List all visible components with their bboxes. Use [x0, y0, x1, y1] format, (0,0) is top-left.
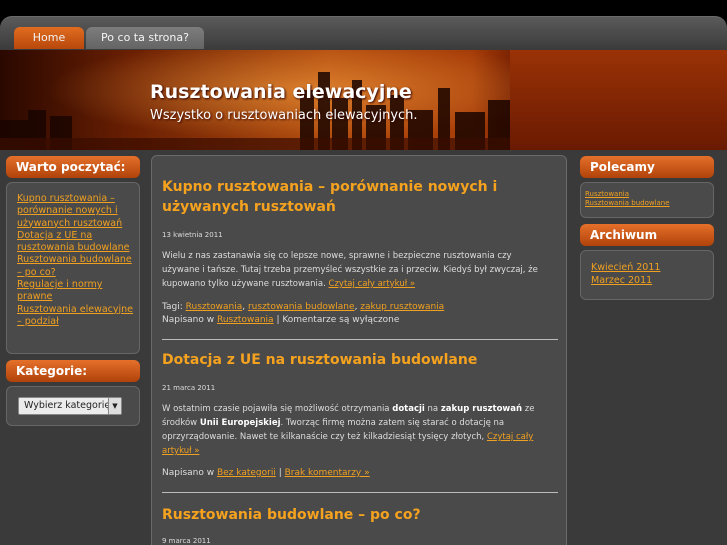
- tag-link[interactable]: zakup rusztowania: [360, 302, 444, 312]
- site-title[interactable]: Rusztowania elewacyjne: [150, 81, 412, 103]
- archive-link-marzec-2011[interactable]: Marzec 2011: [591, 275, 652, 286]
- post-meta: Tagi: Rusztowania, rusztowania budowlane…: [162, 302, 445, 325]
- post-excerpt: W ostatnim czasie pojawiła się możliwość…: [162, 404, 535, 456]
- widget-title-kategorie: Kategorie:: [6, 360, 140, 382]
- post-date: 13 kwietnia 2011: [162, 231, 223, 239]
- post-title-kupno[interactable]: Kupno rusztowania – porównanie nowych i …: [162, 177, 554, 217]
- widget-archiwum: Kwiecień 2011 Marzec 2011: [580, 250, 714, 300]
- excerpt-line: Wielu z nas zastanawia się co lepsze now…: [162, 251, 512, 261]
- archive-link-kwiecien-2011[interactable]: Kwiecień 2011: [591, 262, 660, 273]
- link-regulacje-i-normy[interactable]: Regulacje i normy prawne: [17, 279, 102, 302]
- site-description: Wszystko o rusztowaniach elewacyjnych.: [150, 108, 418, 123]
- tab-home[interactable]: Home: [14, 27, 84, 49]
- read-more-link[interactable]: Czytaj cały: [487, 432, 533, 442]
- post-meta: Napisano w Bez kategorii | Brak komentar…: [162, 468, 370, 478]
- tag-link[interactable]: rusztowania budowlane: [248, 302, 355, 312]
- header-banner: Rusztowania elewacyjne Wszystko o ruszto…: [0, 50, 727, 150]
- category-select[interactable]: Wybierz kategorię ▼: [18, 397, 122, 415]
- post-divider: [162, 492, 558, 493]
- widget-warto: Kupno rusztowania – porównanie nowych i …: [6, 182, 140, 354]
- link-dotacja-z-ue[interactable]: Dotacja z UE na rusztowania budowlane: [17, 230, 129, 253]
- category-link[interactable]: Bez kategorii: [217, 468, 276, 478]
- post-title-rusztowania-budowlane[interactable]: Rusztowania budowlane – po co?: [162, 505, 554, 525]
- tag-link[interactable]: Rusztowania: [186, 302, 243, 312]
- link-rusztowania-elewacyjne[interactable]: Rusztowania elewacyjne – podział: [17, 304, 133, 327]
- excerpt-line: kupowano tylko używane rusztowania.: [162, 279, 329, 289]
- link-rusztowania-budowlane-blogroll[interactable]: Rusztowania budowlane: [585, 199, 670, 207]
- read-more-link[interactable]: artykuł »: [162, 446, 199, 456]
- header-right-panel: [510, 50, 727, 150]
- widget-title-polecamy: Polecamy: [580, 156, 714, 178]
- chevron-down-icon[interactable]: ▼: [108, 398, 121, 414]
- excerpt-line: używane i tańsze. Tutaj trzeba przemyśle…: [162, 265, 538, 275]
- read-more-link[interactable]: Czytaj cały artykuł »: [329, 279, 416, 289]
- widget-title-archiwum: Archiwum: [580, 224, 714, 246]
- comments-link[interactable]: Brak komentarzy »: [285, 468, 370, 478]
- post-title-dotacja[interactable]: Dotacja z UE na rusztowania budowlane: [162, 350, 554, 370]
- top-strip: [0, 0, 727, 16]
- nav-bar: Home Po co ta strona?: [0, 16, 727, 50]
- post-date: 21 marca 2011: [162, 384, 216, 392]
- link-rusztowania-budowlane[interactable]: Rusztowania budowlane – po co?: [17, 254, 132, 277]
- warto-links: Kupno rusztowania – porównanie nowych i …: [7, 183, 139, 328]
- category-link[interactable]: Rusztowania: [217, 315, 274, 325]
- tab-po-co-ta-strona[interactable]: Po co ta strona?: [86, 27, 204, 49]
- widget-polecamy: Rusztowania Rusztowania budowlane: [580, 182, 714, 218]
- posted-in-label: Napisano w: [162, 468, 217, 478]
- category-select-value: Wybierz kategorię: [24, 400, 111, 411]
- post-divider: [162, 339, 558, 340]
- post-excerpt: Wielu z nas zastanawia się co lepsze now…: [162, 249, 558, 291]
- tags-label: Tagi:: [162, 302, 186, 312]
- post-date: 9 marca 2011: [162, 537, 211, 545]
- link-kupno-rusztowania[interactable]: Kupno rusztowania – porównanie nowych i …: [17, 193, 122, 229]
- posted-in-label: Napisano w: [162, 315, 217, 325]
- comments-status: | Komentarze są wyłączone: [273, 315, 400, 325]
- widget-title-warto: Warto poczytać:: [6, 156, 140, 178]
- link-rusztowania[interactable]: Rusztowania: [585, 190, 629, 198]
